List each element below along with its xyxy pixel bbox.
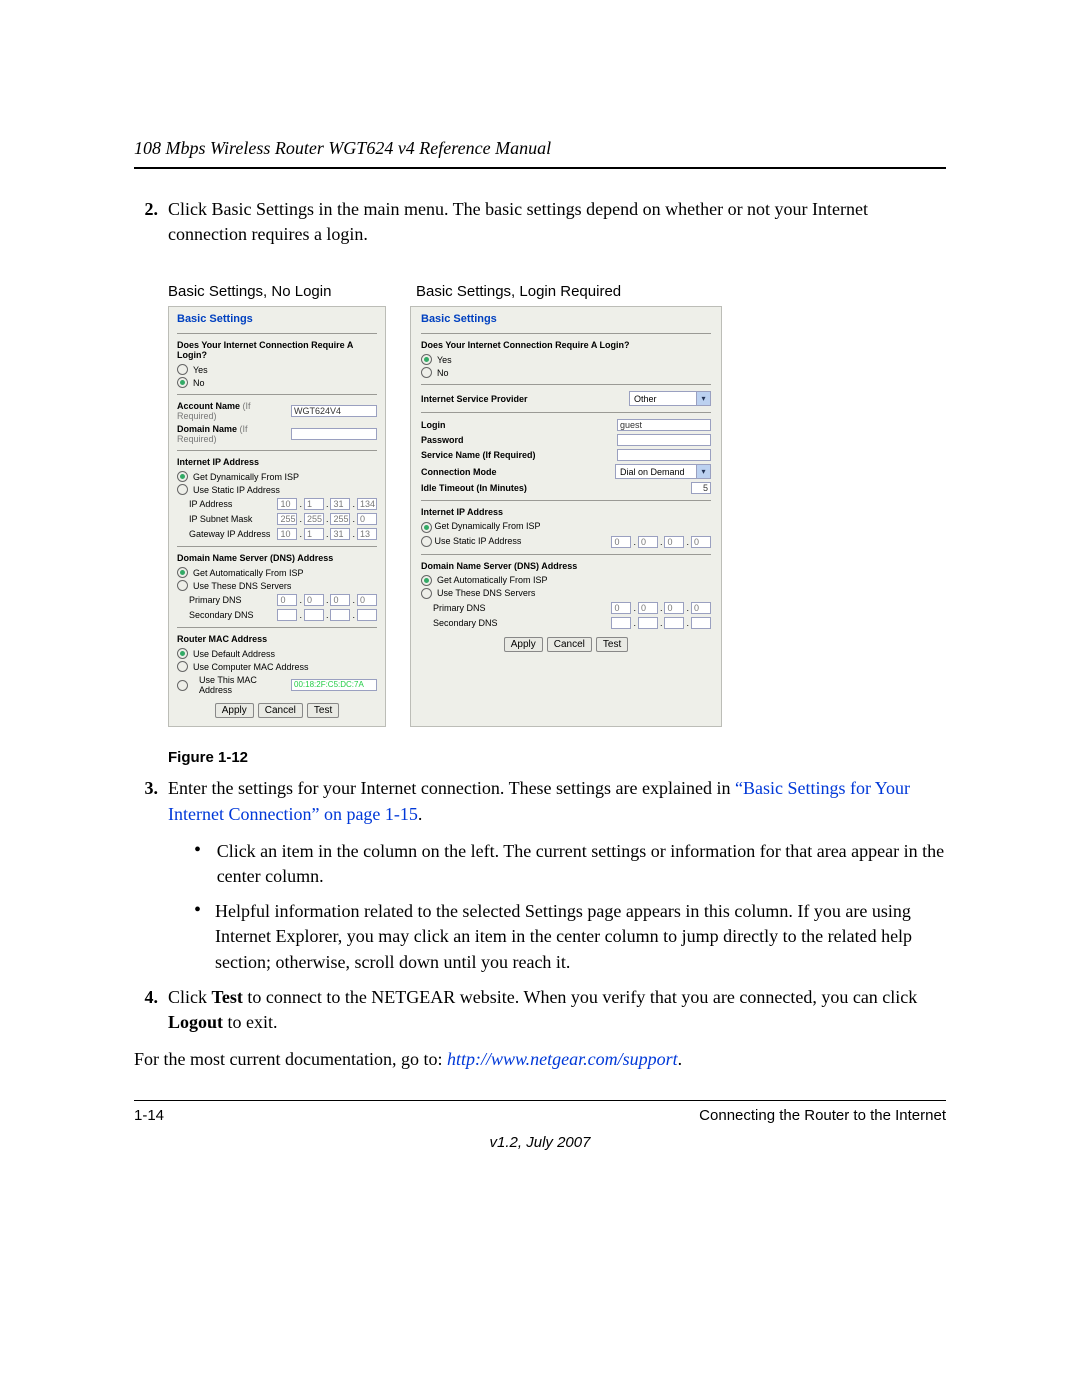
- bullet-2: • Helpful information related to the sel…: [194, 899, 946, 975]
- step-2-num: 2.: [134, 197, 158, 247]
- panel-a-title: Basic Settings: [177, 313, 377, 325]
- radio-no[interactable]: [177, 377, 188, 388]
- panel-b-title: Basic Settings: [421, 313, 711, 325]
- step-4-num: 4.: [134, 985, 158, 1035]
- section-title: Connecting the Router to the Internet: [699, 1107, 946, 1124]
- step-3-text-a: Enter the settings for your Internet con…: [168, 778, 735, 798]
- ip-heading-b: Internet IP Address: [421, 507, 711, 517]
- step-3-num: 3.: [134, 776, 158, 826]
- primary-dns-input-b[interactable]: 0. 0. 0. 0: [611, 602, 711, 614]
- radio-yes-b[interactable]: [421, 354, 432, 365]
- radio-dynamic-ip[interactable]: [177, 471, 188, 482]
- radio-mac-computer[interactable]: [177, 661, 188, 672]
- radio-dns-auto-b[interactable]: [421, 575, 432, 586]
- manual-header: 108 Mbps Wireless Router WGT624 v4 Refer…: [134, 138, 946, 159]
- radio-dynamic-ip-b[interactable]: [421, 522, 432, 533]
- step-3-text-b: .: [418, 804, 423, 824]
- step-2-text: Click Basic Settings in the main menu. T…: [168, 197, 946, 247]
- isp-label: Internet Service Provider: [421, 394, 528, 404]
- conn-label: Connection Mode: [421, 467, 497, 477]
- login-label: Login: [421, 420, 446, 430]
- cancel-button[interactable]: Cancel: [258, 703, 303, 718]
- password-label: Password: [421, 435, 464, 445]
- test-button[interactable]: Test: [307, 703, 339, 718]
- radio-yes[interactable]: [177, 364, 188, 375]
- account-label: Account Name: [177, 401, 240, 411]
- chevron-down-icon: ▾: [696, 465, 710, 478]
- mac-heading: Router MAC Address: [177, 634, 377, 644]
- account-input[interactable]: WGT624V4: [291, 405, 377, 417]
- step-3: 3. Enter the settings for your Internet …: [134, 776, 946, 826]
- domain-input[interactable]: [291, 428, 377, 440]
- yes-label: Yes: [193, 365, 208, 375]
- service-input[interactable]: [617, 449, 711, 461]
- domain-label: Domain Name: [177, 424, 237, 434]
- subnet-input[interactable]: 255. 255. 255. 0: [277, 513, 377, 525]
- panel-login: Basic Settings Does Your Internet Connec…: [410, 306, 722, 727]
- ip-address-input[interactable]: 10. 1. 31. 134: [277, 498, 377, 510]
- login-input[interactable]: guest: [617, 419, 711, 431]
- radio-no-b[interactable]: [421, 367, 432, 378]
- figure-caption: Figure 1-12: [168, 749, 946, 766]
- dns-heading: Domain Name Server (DNS) Address: [177, 553, 377, 563]
- gateway-input[interactable]: 10. 1. 31. 13: [277, 528, 377, 540]
- apply-button-b[interactable]: Apply: [504, 637, 543, 652]
- dns-heading-b: Domain Name Server (DNS) Address: [421, 561, 711, 571]
- panel-nologin: Basic Settings Does Your Internet Connec…: [168, 306, 386, 727]
- ip-heading: Internet IP Address: [177, 457, 377, 467]
- radio-static-ip-b[interactable]: [421, 536, 432, 547]
- radio-dns-these[interactable]: [177, 580, 188, 591]
- page-number: 1-14: [134, 1107, 164, 1124]
- doc-note-a: For the most current documentation, go t…: [134, 1049, 447, 1069]
- radio-dns-these-b[interactable]: [421, 588, 432, 599]
- idle-input[interactable]: 5: [691, 482, 711, 494]
- support-link[interactable]: http://www.netgear.com/support: [447, 1049, 678, 1069]
- bullet-1: • Click an item in the column on the lef…: [194, 839, 946, 889]
- footer-rule: [134, 1100, 946, 1101]
- password-input[interactable]: [617, 434, 711, 446]
- connection-mode-select[interactable]: Dial on Demand ▾: [615, 464, 711, 479]
- step-2: 2. Click Basic Settings in the main menu…: [134, 197, 946, 247]
- radio-mac-this[interactable]: [177, 680, 188, 691]
- static-ip-input-b[interactable]: 0. 0. 0. 0: [611, 536, 711, 548]
- login-question-b: Does Your Internet Connection Require A …: [421, 340, 711, 350]
- version-text: v1.2, July 2007: [134, 1134, 946, 1151]
- radio-dns-auto[interactable]: [177, 567, 188, 578]
- login-question: Does Your Internet Connection Require A …: [177, 340, 377, 360]
- secondary-dns-input[interactable]: ...: [277, 609, 377, 621]
- test-button-b[interactable]: Test: [596, 637, 628, 652]
- radio-mac-default[interactable]: [177, 648, 188, 659]
- cancel-button-b[interactable]: Cancel: [547, 637, 592, 652]
- radio-static-ip[interactable]: [177, 484, 188, 495]
- service-label: Service Name (If Required): [421, 450, 536, 460]
- no-label: No: [193, 378, 205, 388]
- panel-b-label: Basic Settings, Login Required: [416, 283, 621, 300]
- step-4: 4. Click Test to connect to the NETGEAR …: [134, 985, 946, 1035]
- panel-a-label: Basic Settings, No Login: [168, 283, 368, 300]
- header-rule: [134, 167, 946, 169]
- mac-input[interactable]: 00:18:2F:C5:DC:7A: [291, 679, 377, 691]
- secondary-dns-input-b[interactable]: ...: [611, 617, 711, 629]
- isp-select[interactable]: Other ▾: [629, 391, 711, 406]
- chevron-down-icon: ▾: [696, 392, 710, 405]
- apply-button[interactable]: Apply: [215, 703, 254, 718]
- primary-dns-input[interactable]: 0. 0. 0. 0: [277, 594, 377, 606]
- idle-label: Idle Timeout (In Minutes): [421, 483, 527, 493]
